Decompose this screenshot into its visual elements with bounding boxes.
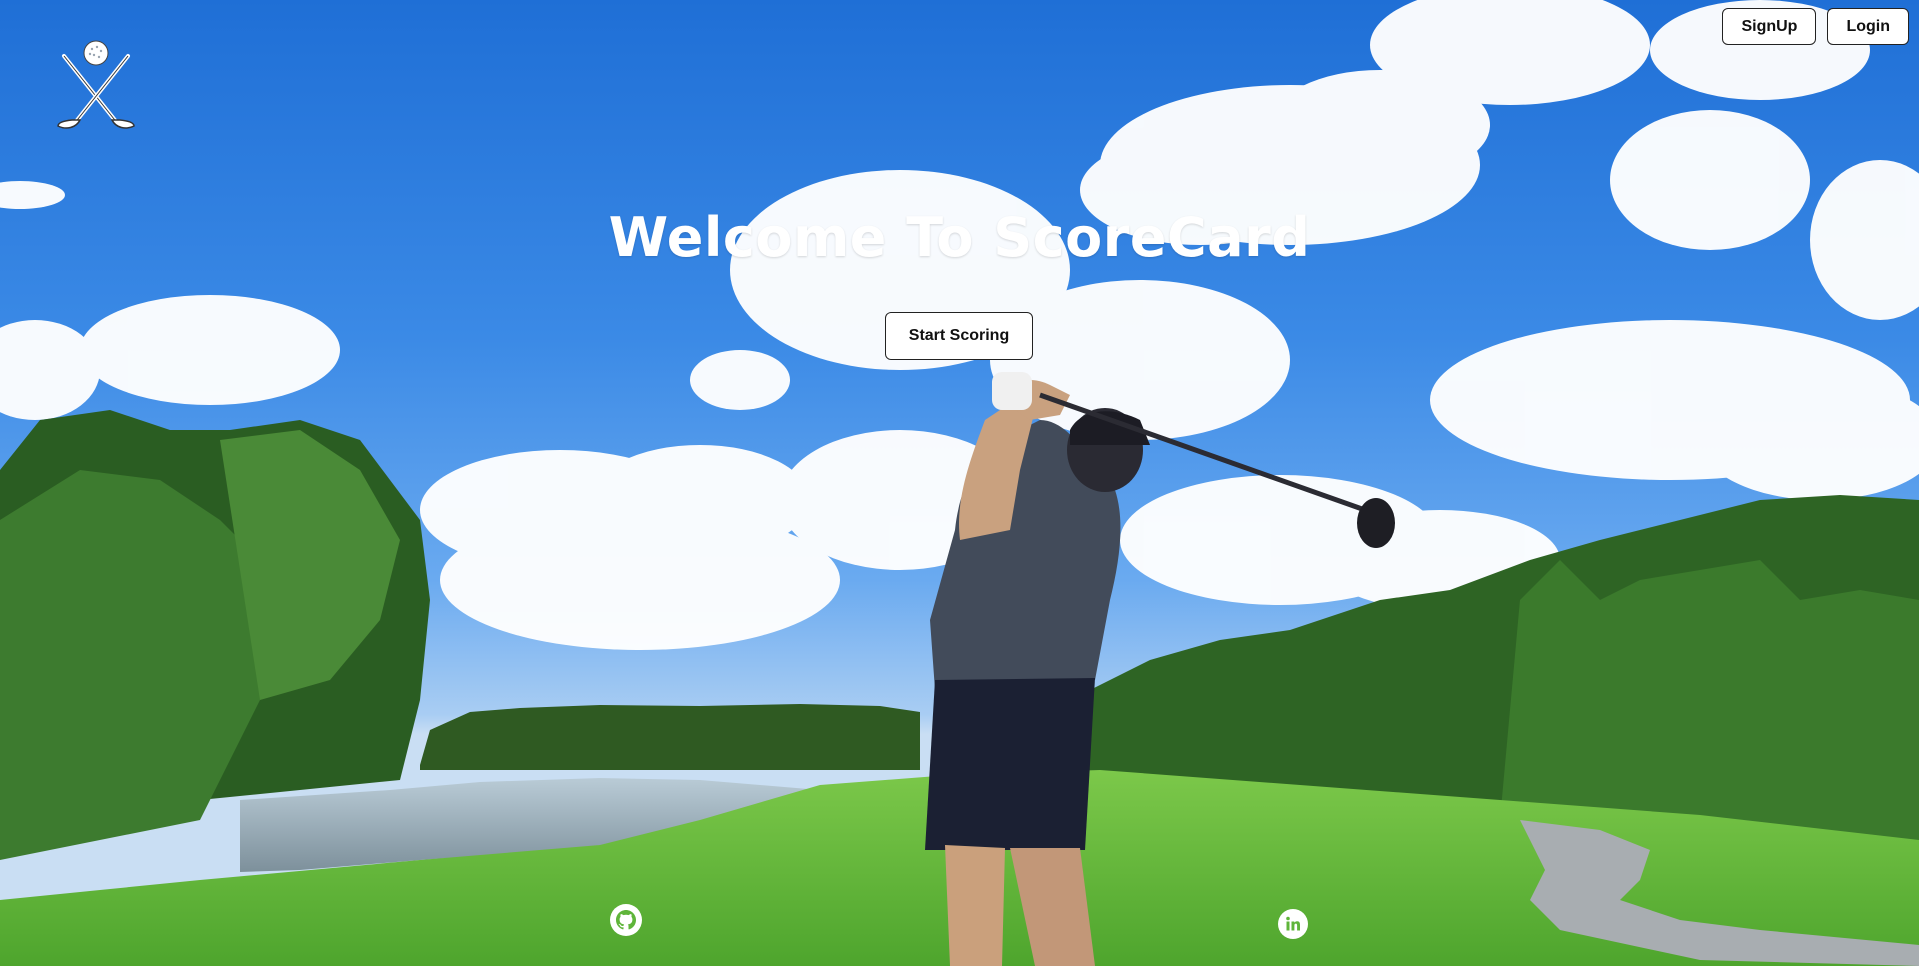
golf-course-background-photo [0,0,1919,966]
crossed-golf-clubs-logo-icon[interactable] [52,38,140,134]
signup-button[interactable]: SignUp [1722,8,1817,45]
login-button[interactable]: Login [1827,8,1909,45]
hero-background: SignUp Login Welcome To ScoreCard Start … [0,0,1919,966]
start-scoring-button[interactable]: Start Scoring [885,312,1033,360]
auth-buttons: SignUp Login [1722,8,1909,45]
github-icon [610,904,642,936]
page-title: Welcome To ScoreCard [608,206,1311,269]
linkedin-icon [1278,909,1308,939]
github-link[interactable] [609,903,643,937]
linkedin-link[interactable] [1276,907,1310,941]
